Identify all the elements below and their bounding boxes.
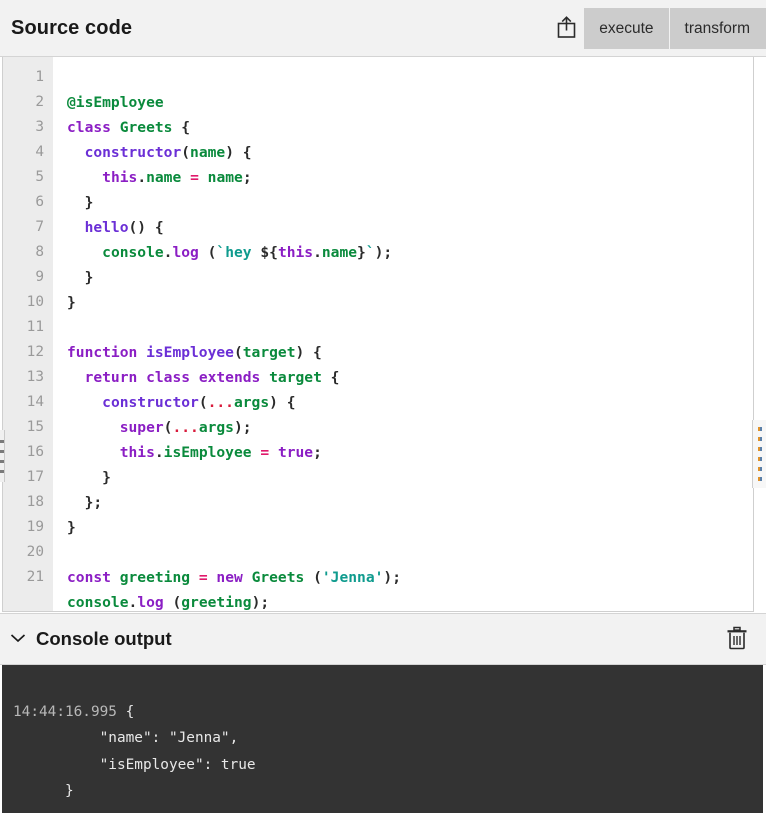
code-line: hello() {	[67, 215, 753, 240]
left-resize-handle[interactable]	[0, 430, 5, 482]
right-resize-handle[interactable]	[752, 420, 766, 488]
code-editor-panel[interactable]: 123456789101112131415161718192021 @isEmp…	[2, 57, 754, 612]
line-number: 10	[3, 290, 53, 315]
code-line: const greeting = new Greets ('Jenna');	[67, 565, 753, 590]
code-line: }	[67, 265, 753, 290]
line-number: 18	[3, 490, 53, 515]
console-line: {	[126, 704, 135, 720]
handle-dot	[758, 447, 762, 451]
line-number-gutter: 123456789101112131415161718192021	[3, 57, 53, 611]
code-line: super(...args);	[67, 415, 753, 440]
line-number: 3	[3, 115, 53, 140]
code-line: constructor(...args) {	[67, 390, 753, 415]
code-line: }	[67, 290, 753, 315]
console-line: "isEmployee": true	[13, 757, 256, 773]
line-number: 5	[3, 165, 53, 190]
console-line: "name": "Jenna",	[13, 730, 238, 746]
code-line	[67, 540, 753, 565]
line-number: 19	[3, 515, 53, 540]
handle-dot	[758, 457, 762, 461]
handle-dot	[758, 437, 762, 441]
line-number: 7	[3, 215, 53, 240]
code-line: console.log (`hey ${this.name}`);	[67, 240, 753, 265]
handle-dot	[0, 450, 4, 453]
handle-dot	[0, 440, 4, 443]
handle-dot	[758, 467, 762, 471]
source-code-playground: Source code execute transform 1234567891…	[0, 0, 766, 816]
line-number: 4	[3, 140, 53, 165]
chevron-down-icon	[10, 630, 26, 648]
source-code-header: Source code execute transform	[0, 0, 766, 57]
code-line: }	[67, 465, 753, 490]
code-line	[67, 315, 753, 340]
line-number: 17	[3, 465, 53, 490]
line-number: 11	[3, 315, 53, 340]
console-output-header: Console output	[0, 613, 766, 665]
code-line: console.log (greeting);	[67, 590, 753, 612]
code-line: return class extends target {	[67, 365, 753, 390]
code-content[interactable]: @isEmployeeclass Greets { constructor(na…	[53, 57, 753, 611]
line-number: 13	[3, 365, 53, 390]
line-number: 8	[3, 240, 53, 265]
code-line: };	[67, 490, 753, 515]
code-line: constructor(name) {	[67, 140, 753, 165]
console-collapse-toggle[interactable]	[4, 613, 32, 665]
console-output-title: Console output	[36, 628, 172, 650]
code-line: @isEmployee	[67, 90, 753, 115]
line-number: 6	[3, 190, 53, 215]
line-number: 14	[3, 390, 53, 415]
handle-dot	[0, 470, 4, 473]
code-line: }	[67, 190, 753, 215]
line-number: 2	[3, 90, 53, 115]
line-number: 9	[3, 265, 53, 290]
line-number: 16	[3, 440, 53, 465]
line-number: 1	[3, 65, 53, 90]
code-line: this.name = name;	[67, 165, 753, 190]
code-line: function isEmployee(target) {	[67, 340, 753, 365]
line-number: 15	[3, 415, 53, 440]
console-line: }	[13, 783, 74, 799]
transform-button[interactable]: transform	[670, 8, 766, 49]
handle-dot	[758, 427, 762, 431]
share-button[interactable]	[548, 0, 584, 57]
code-line: this.isEmployee = true;	[67, 440, 753, 465]
clear-console-button[interactable]	[716, 613, 758, 665]
line-number: 12	[3, 340, 53, 365]
line-number: 20	[3, 540, 53, 565]
execute-button[interactable]: execute	[584, 8, 669, 49]
code-line: class Greets {	[67, 115, 753, 140]
share-export-icon	[557, 16, 576, 41]
code-line: }	[67, 515, 753, 540]
handle-dot	[758, 477, 762, 481]
page-title: Source code	[11, 17, 132, 40]
console-output-body[interactable]: 14:44:16.995 { "name": "Jenna", "isEmplo…	[2, 665, 763, 813]
trash-icon	[726, 626, 748, 653]
code-editor[interactable]: 123456789101112131415161718192021 @isEmp…	[3, 57, 753, 611]
handle-dot	[0, 460, 4, 463]
console-timestamp: 14:44:16.995	[13, 704, 126, 720]
line-number: 21	[3, 565, 53, 590]
